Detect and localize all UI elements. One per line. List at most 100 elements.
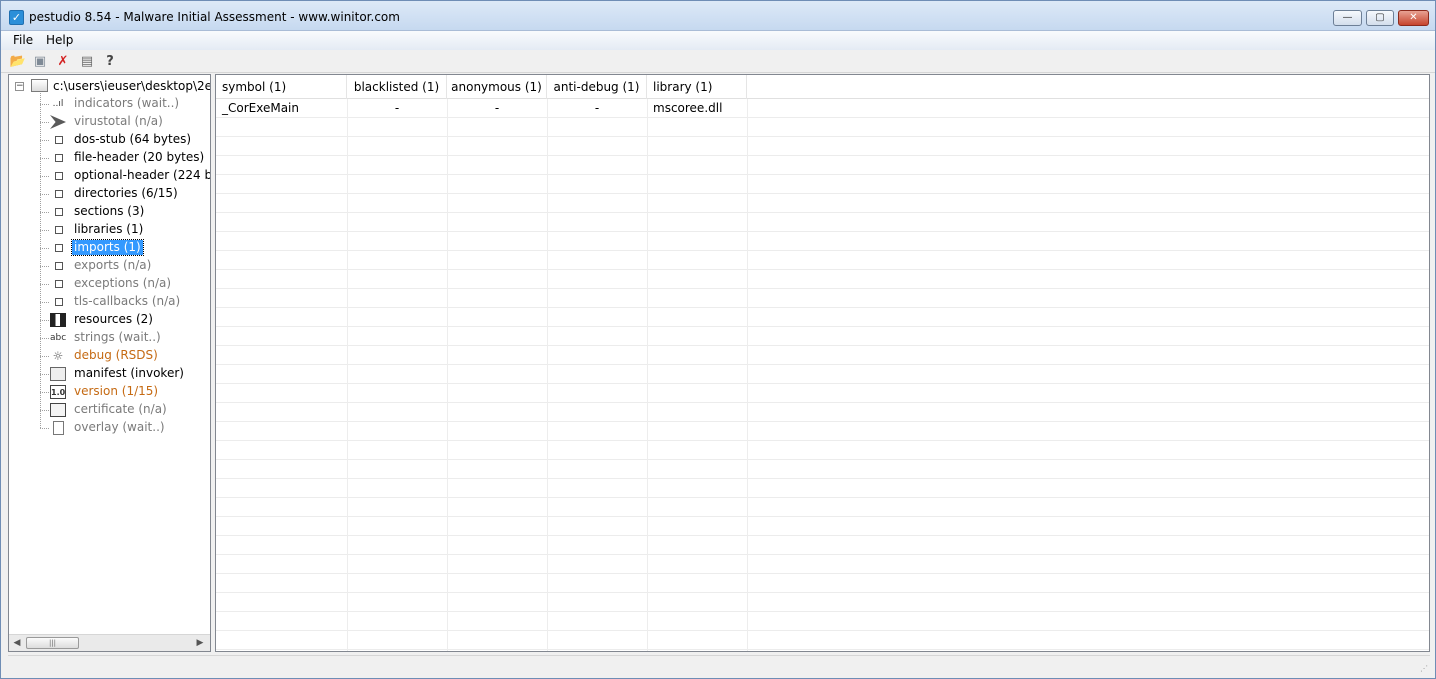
box-icon bbox=[50, 205, 66, 219]
column-header-anti-debug[interactable]: anti-debug (1) bbox=[547, 75, 647, 99]
tree-connector bbox=[40, 212, 49, 213]
cell-library[interactable]: mscoree.dll bbox=[653, 99, 722, 118]
tree-item-label: optional-header (224 bytes) bbox=[74, 168, 210, 182]
tree-item-label: directories (6/15) bbox=[74, 186, 178, 200]
tree-item-exports[interactable]: exports (n/a) bbox=[40, 257, 210, 275]
collapse-icon[interactable]: − bbox=[15, 82, 24, 91]
scroll-thumb[interactable]: ||| bbox=[26, 637, 79, 649]
column-header-symbol[interactable]: symbol (1) bbox=[216, 75, 347, 99]
cell-blacklisted[interactable]: - bbox=[347, 99, 447, 118]
delete-icon[interactable]: ✗ bbox=[54, 53, 72, 71]
tree-item-certificate[interactable]: certificate (n/a) bbox=[40, 401, 210, 419]
tree-item-label: tls-callbacks (n/a) bbox=[74, 294, 181, 308]
tree-item-label: dos-stub (64 bytes) bbox=[74, 132, 192, 146]
tree-item-version[interactable]: 1.0 version (1/15) bbox=[40, 383, 210, 401]
tree-item-exceptions[interactable]: exceptions (n/a) bbox=[40, 275, 210, 293]
tree-item-label: exports (n/a) bbox=[74, 258, 152, 272]
tree-connector bbox=[40, 392, 49, 393]
maximize-button[interactable]: ▢ bbox=[1366, 10, 1394, 26]
column-header-anonymous[interactable]: anonymous (1) bbox=[447, 75, 547, 99]
tree-item-label: version (1/15) bbox=[74, 384, 159, 398]
horizontal-scrollbar[interactable]: ◀ ||| ▶ bbox=[9, 634, 210, 651]
cell-anonymous[interactable]: - bbox=[447, 99, 547, 118]
tree-item-overlay[interactable]: overlay (wait..) bbox=[40, 419, 210, 437]
column-separator bbox=[547, 99, 548, 651]
title-bar: ✓ pestudio 8.54 - Malware Initial Assess… bbox=[1, 1, 1435, 31]
tree-item-imports[interactable]: imports (1) bbox=[40, 239, 210, 257]
tree-item-label: libraries (1) bbox=[74, 222, 144, 236]
tree-connector bbox=[40, 248, 49, 249]
tree-item-tls-callbacks[interactable]: tls-callbacks (n/a) bbox=[40, 293, 210, 311]
version-icon: 1.0 bbox=[50, 385, 66, 399]
column-separator bbox=[447, 99, 448, 651]
tree-item-optional-header[interactable]: optional-header (224 bytes) bbox=[40, 167, 210, 185]
tree-connector bbox=[40, 194, 49, 195]
window-title: pestudio 8.54 - Malware Initial Assessme… bbox=[29, 10, 400, 24]
main-window: ✓ pestudio 8.54 - Malware Initial Assess… bbox=[0, 0, 1436, 679]
tree-connector bbox=[40, 230, 49, 231]
app-check-icon: ✓ bbox=[9, 10, 24, 25]
scroll-left-icon[interactable]: ◀ bbox=[11, 637, 23, 649]
tree-connector bbox=[40, 410, 49, 411]
box-icon bbox=[50, 187, 66, 201]
tree-item-manifest[interactable]: manifest (invoker) bbox=[40, 365, 210, 383]
tree-item-label: manifest (invoker) bbox=[74, 366, 184, 380]
cell-symbol[interactable]: _CorExeMain bbox=[222, 99, 299, 118]
tree-item-label: imports (1) bbox=[71, 239, 144, 256]
open-folder-icon[interactable]: 📂 bbox=[9, 53, 27, 71]
column-header-library[interactable]: library (1) bbox=[647, 75, 747, 99]
tree-connector bbox=[40, 266, 49, 267]
tree-item-label: file-header (20 bytes) bbox=[74, 150, 205, 164]
tree-panel[interactable]: − c:\users\ieuser\desktop\2e5d7 ..ıl indi… bbox=[8, 74, 211, 652]
tree-item-label: resources (2) bbox=[74, 312, 153, 326]
list-icon[interactable]: ▤ bbox=[78, 53, 96, 71]
tree-root-label: c:\users\ieuser\desktop\2e5d7 bbox=[53, 79, 210, 93]
scroll-right-icon[interactable]: ▶ bbox=[194, 637, 206, 649]
tree-item-dos-stub[interactable]: dos-stub (64 bytes) bbox=[40, 131, 210, 149]
box-icon bbox=[50, 259, 66, 273]
tree-connector bbox=[40, 374, 49, 375]
tree-item-label: sections (3) bbox=[74, 204, 145, 218]
tree-connector bbox=[40, 104, 49, 105]
bar-chart-icon: ..ıl bbox=[52, 99, 64, 109]
help-icon[interactable]: ? bbox=[101, 53, 119, 71]
tree-item-file-header[interactable]: file-header (20 bytes) bbox=[40, 149, 210, 167]
tree-item-label: exceptions (n/a) bbox=[74, 276, 172, 290]
tree-item-resources[interactable]: resources (2) bbox=[40, 311, 210, 329]
tree-item-label: virustotal (n/a) bbox=[74, 114, 163, 128]
box-icon bbox=[50, 133, 66, 147]
certificate-icon bbox=[50, 403, 66, 417]
tree-item-label: indicators (wait..) bbox=[74, 96, 180, 110]
tree-connector bbox=[40, 428, 49, 429]
tree-item-debug[interactable]: ☼ debug (RSDS) bbox=[40, 347, 210, 365]
tree-item-libraries[interactable]: libraries (1) bbox=[40, 221, 210, 239]
column-separator bbox=[647, 99, 648, 651]
tree-item-label: certificate (n/a) bbox=[74, 402, 167, 416]
executable-icon bbox=[31, 79, 48, 92]
tree-item-virustotal[interactable]: virustotal (n/a) bbox=[40, 113, 210, 131]
column-header-blacklisted[interactable]: blacklisted (1) bbox=[347, 75, 447, 99]
box-icon bbox=[50, 241, 66, 255]
tree-item-indicators[interactable]: ..ıl indicators (wait..) bbox=[40, 95, 210, 113]
grid-header: symbol (1) blacklisted (1) anonymous (1)… bbox=[216, 75, 1429, 99]
menu-file[interactable]: File bbox=[8, 32, 38, 49]
cell-anti-debug[interactable]: - bbox=[547, 99, 647, 118]
save-icon[interactable]: ▣ bbox=[31, 53, 49, 71]
tree-connector bbox=[40, 320, 49, 321]
menu-help[interactable]: Help bbox=[41, 32, 78, 49]
resize-grip-icon[interactable]: ⋰ bbox=[1420, 664, 1428, 673]
page-icon bbox=[53, 421, 64, 435]
minimize-button[interactable]: — bbox=[1333, 10, 1362, 26]
tree-connector bbox=[40, 338, 49, 339]
bug-icon: ☼ bbox=[52, 349, 64, 363]
manifest-icon bbox=[50, 367, 66, 381]
box-icon bbox=[50, 295, 66, 309]
tree-item-strings[interactable]: abc strings (wait..) bbox=[40, 329, 210, 347]
close-button[interactable]: ✕ bbox=[1398, 10, 1429, 26]
virustotal-icon bbox=[50, 115, 66, 129]
tree-connector bbox=[40, 158, 49, 159]
tree-item-directories[interactable]: directories (6/15) bbox=[40, 185, 210, 203]
tree-connector bbox=[40, 122, 49, 123]
column-separator bbox=[347, 99, 348, 651]
tree-item-sections[interactable]: sections (3) bbox=[40, 203, 210, 221]
